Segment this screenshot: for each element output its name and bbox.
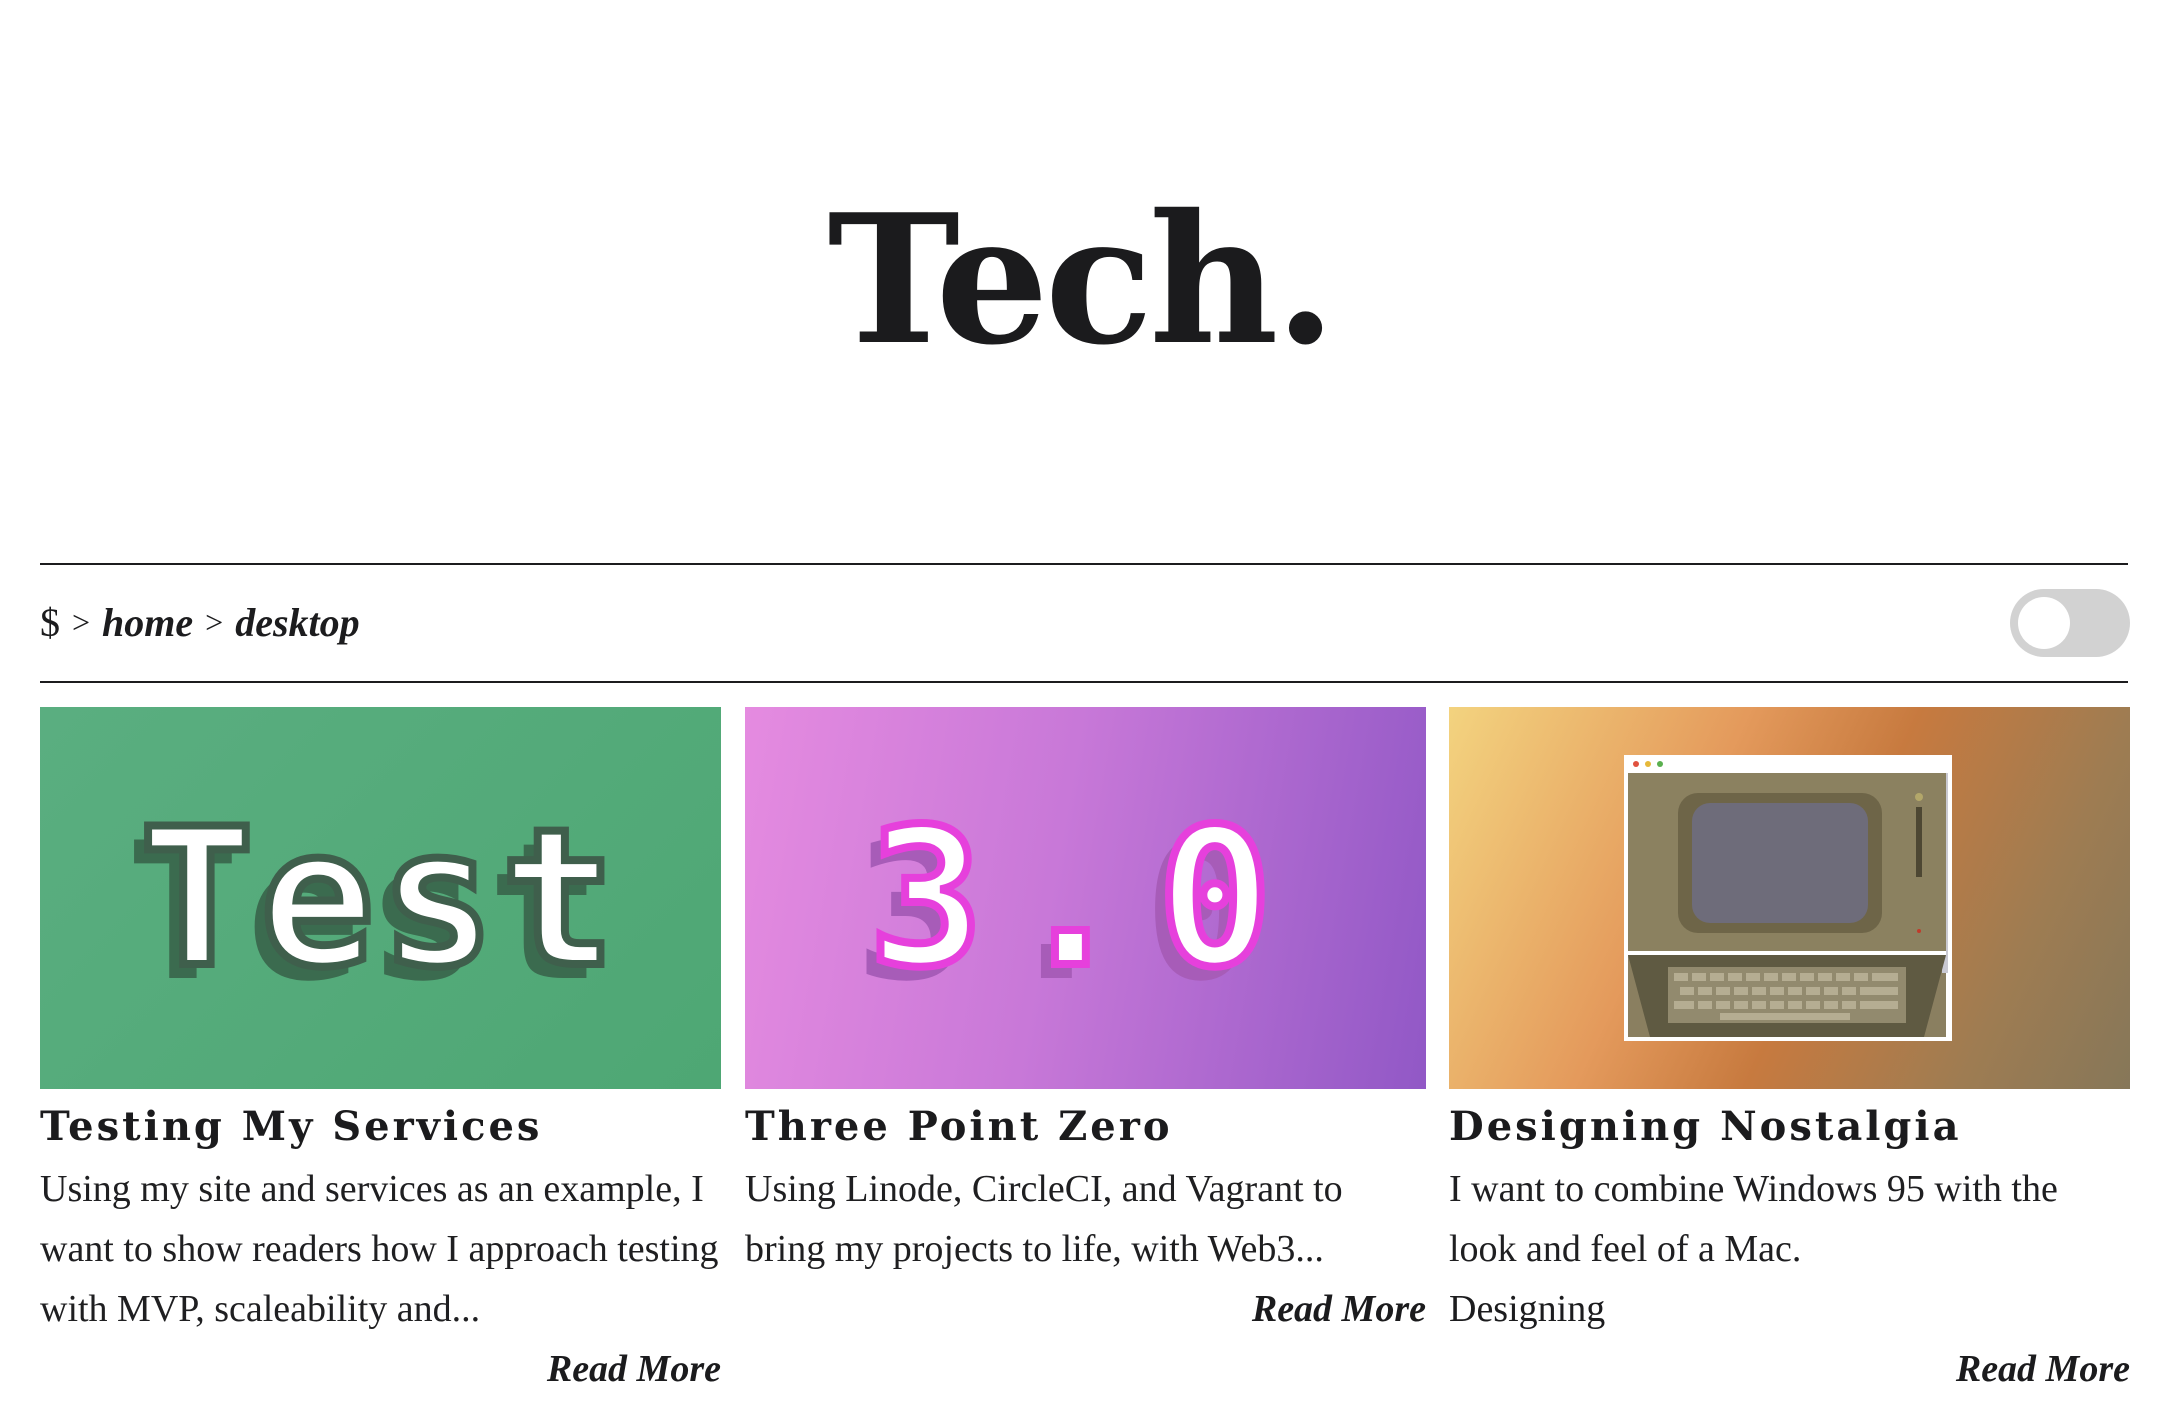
post-card-three-point-zero: 3.0 Three Point Zero Using Linode, Circl… [745, 707, 1426, 1417]
breadcrumb-desktop-link[interactable]: desktop [235, 599, 359, 646]
post-category-tag[interactable]: Designing [1449, 1279, 1605, 1339]
post-thumbnail[interactable]: 3.0 [745, 707, 1426, 1089]
post-card-testing: Test Testing My Services Using my site a… [40, 707, 721, 1417]
breadcrumb: $ > home > desktop [40, 596, 360, 648]
thumbnail-text: Test [136, 784, 622, 1013]
post-excerpt: I want to combine Windows 95 with the lo… [1449, 1168, 2058, 1270]
post-title[interactable]: Testing My Services [40, 1099, 721, 1155]
post-excerpt: Using Linode, CircleCI, and Vagrant to b… [745, 1168, 1343, 1270]
breadcrumb-separator: > [205, 603, 224, 640]
site-title: Tech. [827, 175, 1336, 384]
thumbnail-text: 3.0 [865, 784, 1303, 1013]
top-divider [40, 563, 2128, 565]
bottom-divider [40, 681, 2128, 683]
read-more-link[interactable]: Read More [1252, 1279, 1426, 1339]
post-card-designing-nostalgia: Designing Nostalgia I want to combine Wi… [1449, 707, 2130, 1417]
read-more-link[interactable]: Read More [547, 1339, 721, 1399]
breadcrumb-prompt: $ [40, 599, 60, 645]
theme-toggle[interactable] [2010, 589, 2130, 657]
post-title[interactable]: Designing Nostalgia [1449, 1099, 2130, 1155]
post-title[interactable]: Three Point Zero [745, 1099, 1426, 1155]
post-thumbnail[interactable]: Test [40, 707, 721, 1089]
breadcrumb-separator: > [72, 603, 91, 640]
post-excerpt: Using my site and services as an example… [40, 1168, 719, 1330]
breadcrumb-home-link[interactable]: home [102, 599, 193, 646]
page: Tech. $ > home > desktop Test Testing My… [0, 0, 2160, 1426]
toggle-knob [2018, 597, 2070, 649]
post-thumbnail[interactable] [1449, 707, 2130, 1089]
retro-computer-icon [1624, 755, 1952, 1041]
read-more-link[interactable]: Read More [1956, 1339, 2130, 1399]
